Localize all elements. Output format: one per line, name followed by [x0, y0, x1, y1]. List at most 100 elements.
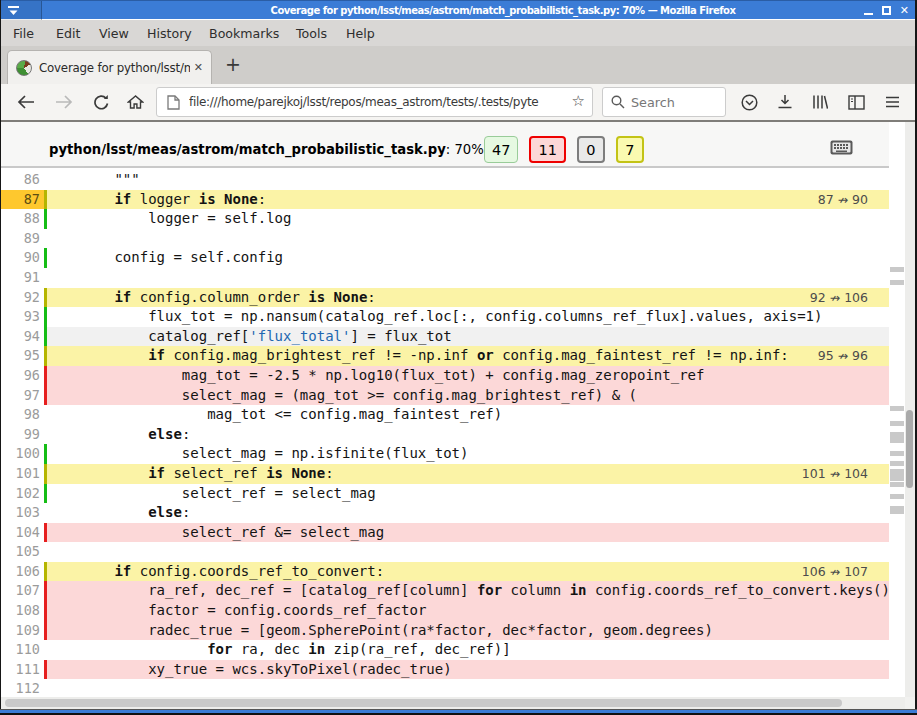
- line-number[interactable]: 95: [1, 346, 44, 366]
- code-line-108: 108 factor = config.coords_ref_factor: [1, 601, 889, 621]
- menu-file[interactable]: File: [13, 26, 34, 41]
- code-line-99: 99 else:: [1, 425, 889, 445]
- hamburger-menu-icon[interactable]: [881, 84, 903, 120]
- forward-button[interactable]: [52, 84, 76, 120]
- line-number[interactable]: 88: [1, 209, 44, 229]
- line-number[interactable]: 110: [1, 640, 44, 660]
- library-icon[interactable]: [809, 84, 831, 120]
- line-number[interactable]: 108: [1, 601, 44, 621]
- line-number[interactable]: 91: [1, 268, 44, 288]
- line-code: mag_tot <= config.mag_faintest_ref): [44, 405, 889, 425]
- reload-button[interactable]: [89, 84, 113, 120]
- vertical-scrollbar[interactable]: [905, 122, 915, 697]
- pocket-icon[interactable]: [738, 84, 760, 120]
- line-number[interactable]: 104: [1, 523, 44, 543]
- search-icon: [611, 95, 625, 109]
- menu-bookmarks[interactable]: Bookmarks: [209, 26, 279, 41]
- line-number[interactable]: 107: [1, 581, 44, 601]
- tab-close-icon[interactable]: ✕: [194, 61, 203, 74]
- branch-annotation: 106 ↛ 107: [802, 562, 889, 582]
- toggle-run-button[interactable]: 47: [484, 136, 518, 163]
- code-line-92: 92 if config.column_order is None:92 ↛ 1…: [1, 288, 889, 308]
- toggle-mis-button[interactable]: 11: [529, 136, 565, 163]
- horizontal-scrollbar-thumb[interactable]: [5, 699, 842, 707]
- line-number[interactable]: 101: [1, 464, 44, 484]
- close-icon[interactable]: ✕: [900, 1, 909, 20]
- page-title: python/lsst/meas/astrom/match_probabilis…: [49, 142, 484, 157]
- menu-tools[interactable]: Tools: [296, 26, 327, 41]
- search-box[interactable]: Search: [602, 87, 726, 117]
- keyboard-shortcuts-icon[interactable]: [830, 140, 853, 155]
- bookmark-star-icon[interactable]: ☆: [572, 92, 585, 110]
- coverage-percent: : 70%: [446, 142, 484, 157]
- window-menu-icon: [7, 5, 20, 16]
- window-title: Coverage for python/lsst/meas/astrom/mat…: [271, 5, 736, 16]
- line-number[interactable]: 109: [1, 621, 44, 641]
- horizontal-scrollbar[interactable]: [1, 697, 905, 709]
- sidebar-icon[interactable]: [845, 84, 867, 120]
- line-number[interactable]: 103: [1, 503, 44, 523]
- tab-coverage[interactable]: Coverage for python/lsst/mea ✕: [7, 50, 212, 84]
- minimize-icon[interactable]: [864, 13, 873, 15]
- line-number[interactable]: 111: [1, 660, 44, 680]
- line-number[interactable]: 102: [1, 484, 44, 504]
- code-line-101: 101 if select_ref is None:101 ↛ 104: [1, 464, 889, 484]
- menu-view[interactable]: View: [99, 26, 129, 41]
- window-titlebar: Coverage for python/lsst/meas/astrom/mat…: [0, 0, 917, 19]
- line-number[interactable]: 93: [1, 307, 44, 327]
- line-number[interactable]: 94: [1, 327, 44, 347]
- line-code: select_mag = (mag_tot >= config.mag_brig…: [44, 386, 889, 406]
- line-number[interactable]: 106: [1, 562, 44, 582]
- toggle-exc-button[interactable]: 0: [577, 136, 605, 163]
- line-code: if select_ref is None:101 ↛ 104: [44, 464, 889, 484]
- branch-annotation: 87 ↛ 90: [818, 190, 889, 210]
- branch-annotation: 101 ↛ 104: [802, 464, 889, 484]
- line-code: config = self.config: [44, 248, 889, 268]
- home-button[interactable]: [123, 84, 147, 120]
- line-code: catalog_ref['flux_total'] = flux_tot: [44, 327, 889, 347]
- line-number[interactable]: 86: [1, 170, 44, 190]
- line-code: select_ref = select_mag: [44, 484, 889, 504]
- line-number[interactable]: 105: [1, 542, 44, 562]
- code-line-97: 97 select_mag = (mag_tot >= config.mag_b…: [1, 386, 889, 406]
- line-number[interactable]: 90: [1, 248, 44, 268]
- code-line-98: 98 mag_tot <= config.mag_faintest_ref): [1, 405, 889, 425]
- line-number[interactable]: 98: [1, 405, 44, 425]
- code-line-94: 94 catalog_ref['flux_total'] = flux_tot: [1, 327, 889, 347]
- search-placeholder: Search: [631, 95, 675, 110]
- vertical-scrollbar-thumb[interactable]: [906, 410, 913, 488]
- downloads-icon[interactable]: [774, 84, 796, 120]
- line-number[interactable]: 112: [1, 679, 44, 697]
- line-code: if config.mag_brightest_ref != -np.inf o…: [44, 346, 889, 366]
- maximize-icon[interactable]: [882, 6, 891, 15]
- menu-history[interactable]: History: [147, 26, 192, 41]
- code-line-95: 95 if config.mag_brightest_ref != -np.in…: [1, 346, 889, 366]
- url-text: file:///home/parejkoj/lsst/repos/meas_as…: [189, 95, 561, 109]
- code-line-102: 102 select_ref = select_mag: [1, 484, 889, 504]
- line-number[interactable]: 99: [1, 425, 44, 445]
- line-number[interactable]: 96: [1, 366, 44, 386]
- window-menu-button[interactable]: [0, 1, 42, 20]
- toggle-par-button[interactable]: 7: [616, 136, 644, 163]
- menu-edit[interactable]: Edit: [56, 26, 80, 41]
- missed-line-marker: [890, 461, 904, 466]
- missed-line-marker: [890, 494, 904, 499]
- line-code: if config.column_order is None:92 ↛ 106: [44, 288, 889, 308]
- line-number[interactable]: 89: [1, 229, 44, 249]
- code-line-107: 107 ra_ref, dec_ref = [catalog_ref[colum…: [1, 581, 889, 601]
- missed-line-marker: [890, 482, 904, 487]
- back-button[interactable]: [14, 84, 38, 120]
- coverage-favicon-icon: [16, 60, 32, 76]
- code-line-96: 96 mag_tot = -2.5 * np.log10(flux_tot) +…: [1, 366, 889, 386]
- line-number[interactable]: 97: [1, 386, 44, 406]
- menu-help[interactable]: Help: [346, 26, 375, 41]
- line-number[interactable]: 92: [1, 288, 44, 308]
- missed-line-marker: [890, 406, 904, 411]
- url-bar[interactable]: file:///home/parejkoj/lsst/repos/meas_as…: [156, 87, 593, 117]
- missed-line-marker: [890, 506, 904, 514]
- line-code: [44, 229, 889, 249]
- new-tab-button[interactable]: +: [225, 53, 241, 75]
- line-number[interactable]: 100: [1, 444, 44, 464]
- navigation-toolbar: file:///home/parejkoj/lsst/repos/meas_as…: [1, 84, 915, 122]
- line-number[interactable]: 87: [1, 190, 44, 210]
